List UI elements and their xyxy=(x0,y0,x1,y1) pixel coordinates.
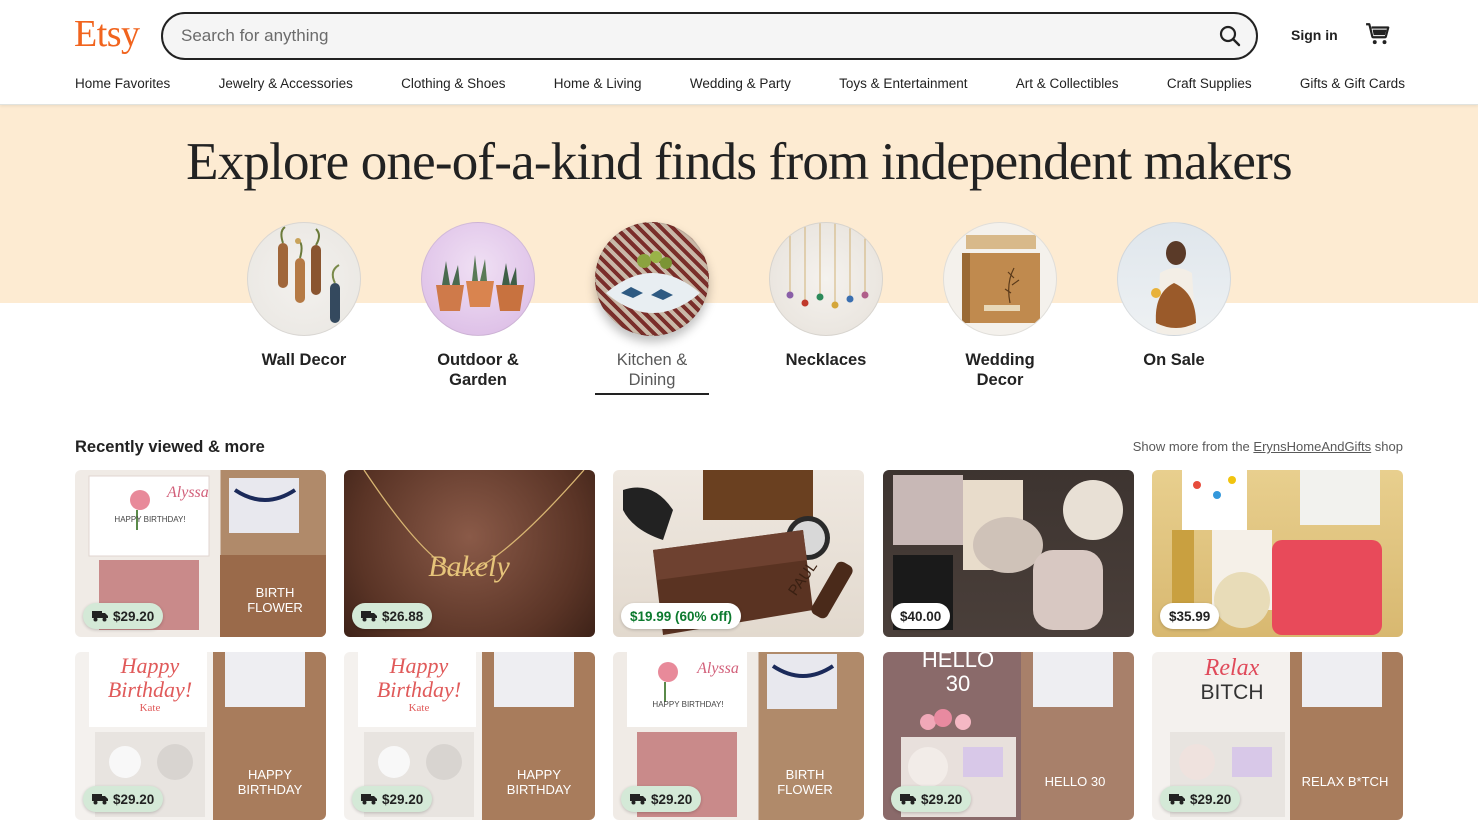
listing-card[interactable]: HAPPY BIRTHDAY! Alyssa BIRTH FLOWER $29.… xyxy=(613,652,864,820)
price-badge: $40.00 xyxy=(891,603,951,629)
show-more-text: Show more from the ErynsHomeAndGifts sho… xyxy=(1132,439,1403,454)
category-outdoor-garden[interactable]: Outdoor & Garden xyxy=(421,222,535,390)
search-button[interactable] xyxy=(1214,20,1246,52)
free-shipping-truck-icon xyxy=(630,794,646,805)
listing-greeting: HAPPY BIRTHDAY! xyxy=(114,515,186,524)
shop-link[interactable]: ErynsHomeAndGifts xyxy=(1253,439,1371,454)
search-input[interactable] xyxy=(181,14,1181,58)
nav-item-home-favorites[interactable]: Home Favorites xyxy=(75,76,170,91)
category-label: On Sale xyxy=(1143,351,1205,369)
category-image xyxy=(943,222,1057,336)
price-badge: $35.99 xyxy=(1160,603,1220,629)
nav-item-wedding-party[interactable]: Wedding & Party xyxy=(690,76,791,91)
listing-card[interactable]: Relax BITCH RELAX B*TCH $29.20 xyxy=(1152,652,1403,820)
price-badge: $26.88 xyxy=(352,603,433,629)
category-image xyxy=(1117,222,1231,336)
cart-button[interactable] xyxy=(1365,21,1391,47)
listing-caption: HAPPY BIRTHDAY xyxy=(506,767,572,797)
listing-card[interactable]: PAUL $19.99 (60% off) xyxy=(613,470,864,637)
category-image xyxy=(769,222,883,336)
listing-card[interactable]: HAPPY BIRTHDAY! Alyssa BIRTH FLOWER $29.… xyxy=(75,470,326,637)
listing-card[interactable]: $40.00 xyxy=(883,470,1134,637)
price-badge: $29.20 xyxy=(891,786,972,812)
listing-card[interactable]: Happy Birthday! Kate HAPPY BIRTHDAY $29.… xyxy=(344,652,595,820)
category-label: Wedding Decor xyxy=(965,351,1035,389)
nav-item-gifts-gift-cards[interactable]: Gifts & Gift Cards xyxy=(1300,76,1405,91)
free-shipping-truck-icon xyxy=(1169,794,1185,805)
listing-card[interactable]: Bakely $26.88 xyxy=(344,470,595,637)
cart-icon xyxy=(1366,23,1390,45)
recently-viewed-title: Recently viewed & more xyxy=(75,438,265,456)
category-label: Kitchen & Dining xyxy=(616,351,688,389)
category-nav: Home Favorites Jewelry & Accessories Clo… xyxy=(75,76,1405,91)
free-shipping-truck-icon xyxy=(900,794,916,805)
nav-item-toys-entertainment[interactable]: Toys & Entertainment xyxy=(839,76,967,91)
category-image xyxy=(595,222,709,336)
free-shipping-truck-icon xyxy=(92,611,108,622)
listing-headline: HELLO 30 xyxy=(921,652,995,696)
listing-name: Bakely xyxy=(428,550,510,583)
listing-caption: BIRTH FLOWER xyxy=(247,585,303,615)
category-necklaces[interactable]: Necklaces xyxy=(769,222,883,370)
category-image xyxy=(247,222,361,336)
hero-title: Explore one-of-a-kind finds from indepen… xyxy=(186,133,1293,191)
listing-caption: RELAX B*TCH xyxy=(1301,774,1389,789)
listing-name: Kate xyxy=(139,702,161,714)
listing-caption: BIRTH FLOWER xyxy=(777,767,833,797)
free-shipping-truck-icon xyxy=(361,611,377,622)
search-icon xyxy=(1219,25,1241,47)
category-wall-decor[interactable]: Wall Decor xyxy=(247,222,361,370)
site-header: Etsy Sign in Home Favorites Jewelry & Ac… xyxy=(0,0,1478,105)
category-label: Wall Decor xyxy=(261,351,347,369)
category-label: Outdoor & Garden xyxy=(437,351,519,389)
listing-card[interactable]: HELLO 30 HELLO 30 $29.20 xyxy=(883,652,1134,820)
listing-card[interactable]: Happy Birthday! Kate HAPPY BIRTHDAY $29.… xyxy=(75,652,326,820)
free-shipping-truck-icon xyxy=(92,794,108,805)
price-badge: $29.20 xyxy=(352,786,433,812)
listing-greeting: HAPPY BIRTHDAY! xyxy=(652,700,724,709)
listing-headline: Happy Birthday! xyxy=(107,653,193,702)
listing-card[interactable]: $35.99 xyxy=(1152,470,1403,637)
listing-name: Alyssa xyxy=(697,660,739,677)
category-wedding-decor[interactable]: Wedding Decor xyxy=(943,222,1057,390)
search-bar xyxy=(161,12,1258,60)
price-badge: $29.20 xyxy=(1160,786,1241,812)
price-badge: $29.20 xyxy=(83,786,164,812)
active-category-underline xyxy=(595,393,709,395)
listing-headline: Happy Birthday! xyxy=(376,653,462,702)
listing-name: Alyssa xyxy=(167,484,209,501)
etsy-logo[interactable]: Etsy xyxy=(74,12,140,56)
listing-name: Kate xyxy=(408,702,430,714)
nav-item-clothing-shoes[interactable]: Clothing & Shoes xyxy=(401,76,505,91)
nav-item-home-living[interactable]: Home & Living xyxy=(554,76,642,91)
price-badge: $29.20 xyxy=(83,603,164,629)
listing-caption: HAPPY BIRTHDAY xyxy=(237,767,303,797)
category-on-sale[interactable]: On Sale xyxy=(1117,222,1231,370)
sign-in-link[interactable]: Sign in xyxy=(1291,27,1338,43)
category-kitchen-dining[interactable]: Kitchen & Dining xyxy=(595,222,709,395)
listing-caption: HELLO 30 xyxy=(1044,774,1106,789)
free-shipping-truck-icon xyxy=(361,794,377,805)
price-badge: $19.99 (60% off) xyxy=(621,603,742,629)
nav-item-craft-supplies[interactable]: Craft Supplies xyxy=(1167,76,1252,91)
listing-headline: Relax BITCH xyxy=(1200,655,1264,704)
nav-item-jewelry-accessories[interactable]: Jewelry & Accessories xyxy=(219,76,353,91)
price-badge: $29.20 xyxy=(621,786,702,812)
category-label: Necklaces xyxy=(785,351,867,369)
category-image xyxy=(421,222,535,336)
nav-item-art-collectibles[interactable]: Art & Collectibles xyxy=(1016,76,1119,91)
